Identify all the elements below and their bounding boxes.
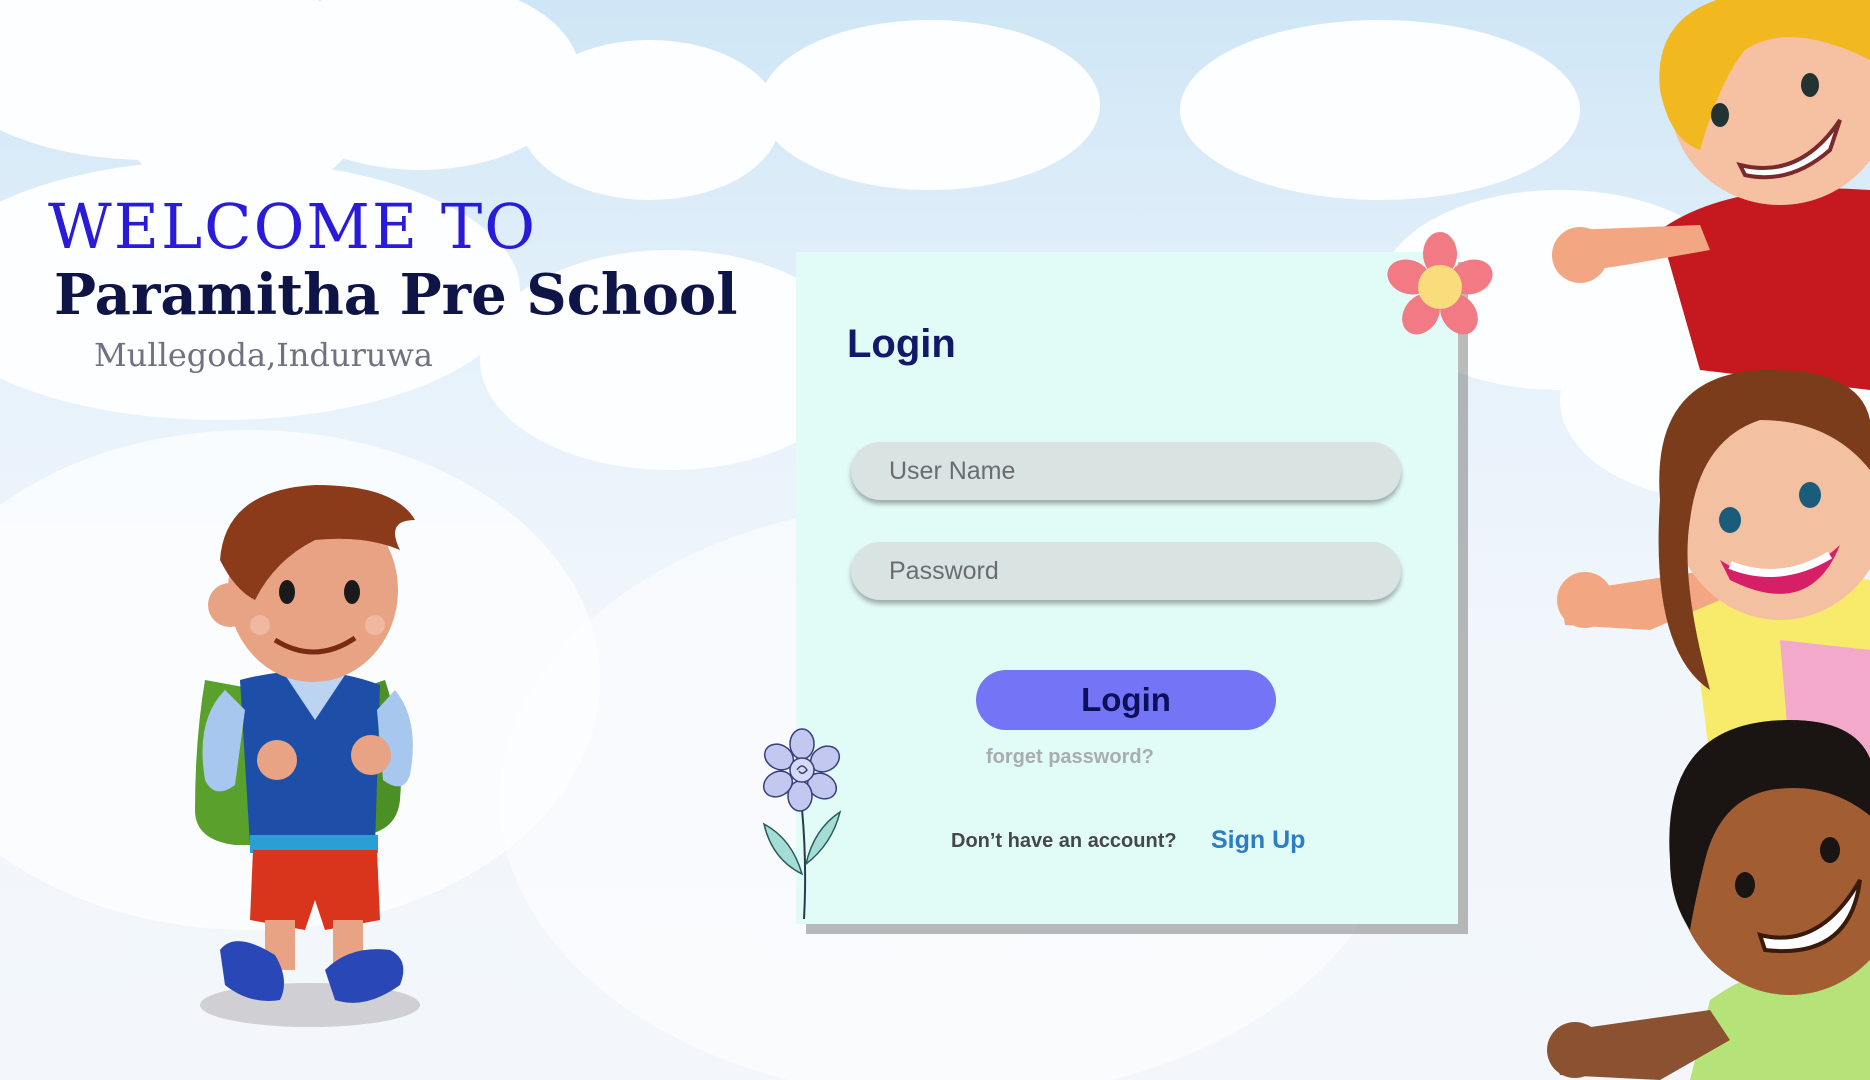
- waving-kids-illustration: [1547, 0, 1870, 1080]
- welcome-heading: WELCOME TO: [48, 190, 538, 263]
- cloud: [760, 20, 1100, 190]
- pink-flower-icon: [1387, 232, 1493, 335]
- school-location: Mullegoda,Induruwa: [94, 336, 433, 374]
- username-input[interactable]: [851, 442, 1401, 500]
- cloud: [520, 40, 780, 200]
- login-title: Login: [847, 322, 956, 366]
- school-name: Paramitha Pre School: [54, 262, 738, 328]
- no-account-text: Don’t have an account?: [951, 830, 1177, 852]
- cloud: [1180, 20, 1580, 200]
- sky-background: WELCOME TO Paramitha Pre School Mullegod…: [0, 0, 1870, 1080]
- password-input[interactable]: [851, 542, 1401, 600]
- login-button[interactable]: Login: [976, 670, 1276, 730]
- forgot-password-link[interactable]: forget password?: [986, 746, 1154, 769]
- schoolboy-illustration: [195, 485, 420, 1027]
- login-card: Login Login forget password? Don’t have …: [796, 252, 1458, 924]
- blue-flower-icon: [762, 728, 842, 920]
- signup-link[interactable]: Sign Up: [1211, 826, 1305, 855]
